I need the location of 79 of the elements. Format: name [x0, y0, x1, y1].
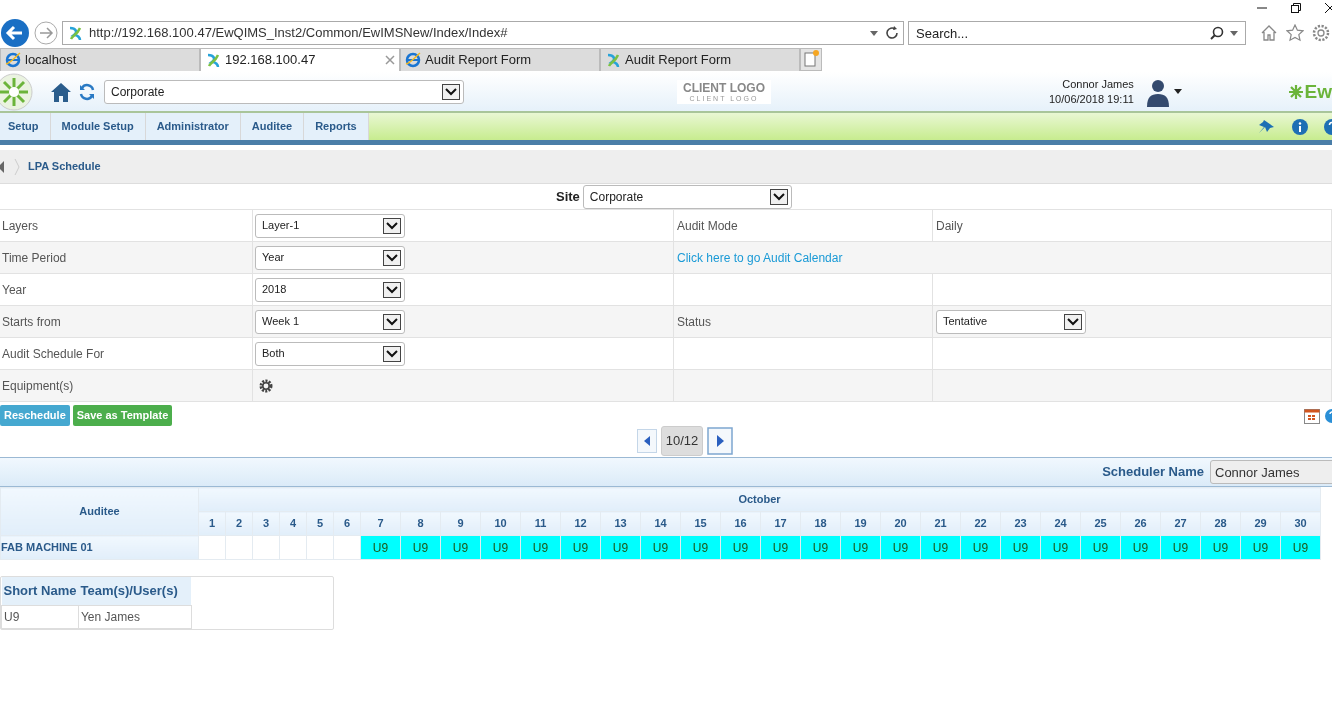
select-value: Tentative	[943, 314, 988, 330]
select-value: Corporate	[589, 188, 644, 206]
scheduler-name-field[interactable]: Connor James	[1210, 460, 1332, 484]
next-icon[interactable]	[707, 427, 734, 455]
page-title: LPA Schedule	[28, 159, 101, 175]
menu-item[interactable]: Reports	[304, 113, 369, 140]
restore-icon[interactable]	[1290, 2, 1302, 14]
row-header: FAB MACHINE 01	[0, 535, 199, 560]
dropdown[interactable]: 2018	[255, 277, 405, 302]
field-label: Time Period	[2, 249, 67, 267]
info-icon[interactable]	[1292, 118, 1308, 135]
pin-icon[interactable]	[1258, 117, 1276, 136]
caret-icon[interactable]	[1173, 88, 1182, 95]
calendar-icon[interactable]	[1304, 407, 1320, 424]
brand-logo-icon	[1288, 84, 1303, 99]
select-value: Both	[262, 346, 285, 362]
field-label: Equipment(s)	[2, 377, 74, 395]
column-header: Auditee	[0, 487, 199, 536]
address-bar[interactable]: http://192.168.100.47/EwQIMS_Inst2/Common/EwIMSNew/Index/Index#	[62, 21, 904, 45]
back-icon[interactable]	[0, 18, 30, 48]
field-value: Daily	[936, 217, 963, 235]
status-select[interactable]: Tentative	[936, 309, 1086, 334]
site-logo-icon	[67, 25, 83, 41]
dropdown-arrow-icon[interactable]	[1229, 29, 1239, 37]
star-icon[interactable]	[1286, 24, 1304, 42]
select-value: Corporate	[111, 83, 165, 101]
refresh-icon[interactable]	[885, 26, 899, 40]
chevron-icon	[14, 158, 20, 175]
select-value: Layer-1	[262, 218, 300, 234]
brand-name: Ew	[1304, 82, 1332, 101]
field-label: Audit Mode	[677, 217, 738, 235]
site-select[interactable]: Corporate	[582, 184, 792, 209]
menu-item[interactable]: Setup	[0, 113, 51, 140]
field-label: Starts from	[2, 313, 61, 331]
close-icon[interactable]	[1324, 2, 1332, 14]
app-logo-icon[interactable]	[0, 71, 34, 112]
table-cell: U9	[1, 605, 79, 628]
menu-item[interactable]: Administrator	[145, 113, 241, 140]
refresh-icon[interactable]	[78, 82, 96, 101]
browser-tab[interactable]: 192.168.100.47	[200, 48, 400, 71]
column-header: Short Name	[1, 577, 79, 605]
field-label: Site	[556, 187, 580, 206]
url-text: http://192.168.100.47/EwQIMS_Inst2/Common/EwIMSNew/Index/Index#	[89, 24, 509, 43]
select-value: Year	[262, 250, 285, 266]
dropdown[interactable]: Both	[255, 341, 405, 366]
browser-tab[interactable]: Audit Report Form	[600, 48, 800, 71]
browser-icon	[405, 52, 421, 68]
select-value: 2018	[262, 282, 287, 298]
field-label: Scheduler Name	[1102, 463, 1204, 482]
site-logo-icon	[205, 52, 221, 68]
forward-icon[interactable]	[34, 21, 58, 45]
month-header: October	[198, 487, 1321, 512]
date-time: 10/06/2018 19:11	[1049, 91, 1134, 106]
site-select[interactable]: Corporate	[104, 79, 464, 104]
browser-tab[interactable]: Audit Report Form	[400, 48, 600, 71]
search-field[interactable]: Search...	[908, 21, 1246, 45]
field-label: Status	[677, 313, 712, 331]
table-cell: Yen James	[78, 605, 192, 628]
page-indicator: 10/12	[660, 426, 704, 456]
field-label: Audit Schedule For	[2, 345, 105, 363]
menu-item[interactable]: Module Setup	[50, 113, 146, 140]
previous-icon[interactable]	[636, 429, 657, 453]
column-header: Team(s)/User(s)	[78, 577, 192, 605]
search-icon[interactable]	[1210, 26, 1224, 40]
dropdown[interactable]: Week 1	[255, 309, 405, 334]
select-value: Week 1	[262, 314, 300, 330]
dropdown[interactable]: Year	[255, 245, 405, 270]
settings-icon[interactable]	[1312, 24, 1330, 42]
field-label: Layers	[2, 217, 39, 235]
menu-item[interactable]: Auditee	[240, 113, 305, 140]
dropdown[interactable]: Layer-1	[255, 213, 405, 238]
site-logo-icon	[605, 52, 621, 68]
help-icon[interactable]	[1324, 407, 1332, 424]
dropdown-arrow-icon[interactable]	[869, 29, 879, 37]
user-name: Connor James	[1061, 77, 1134, 92]
gear-icon[interactable]	[259, 378, 273, 393]
browser-tab[interactable]: localhost	[0, 48, 200, 71]
browser-icon	[5, 52, 21, 68]
field-label: Year	[2, 281, 27, 299]
